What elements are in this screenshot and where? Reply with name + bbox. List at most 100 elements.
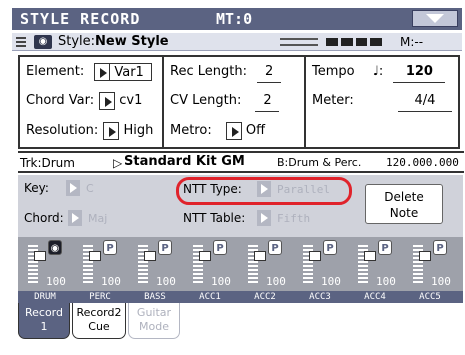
channel-label: BASS bbox=[144, 292, 166, 302]
resolution-label: Resolution: bbox=[26, 123, 99, 138]
play-status-badge[interactable]: P bbox=[103, 240, 117, 255]
chord-label: Chord: bbox=[24, 211, 64, 225]
tab-record2-cue[interactable]: Record2 Cue bbox=[72, 303, 126, 339]
chord-var-row: Chord Var: cv1 bbox=[26, 91, 157, 111]
rec-length-label: Rec Length: bbox=[170, 64, 247, 79]
cv-length-row: CV Length: 2 bbox=[170, 91, 280, 112]
metro-selector[interactable]: Off bbox=[225, 121, 274, 141]
channel-perc[interactable]: P 100 bbox=[75, 237, 129, 291]
page-title: STYLE RECORD bbox=[20, 10, 141, 28]
meter-label: Meter: bbox=[312, 93, 354, 108]
play-status-badge[interactable]: P bbox=[268, 240, 282, 255]
fader-knob[interactable] bbox=[144, 251, 156, 261]
triangle-down-icon bbox=[426, 14, 444, 23]
double-line-icon bbox=[280, 38, 318, 46]
style-name: New Style bbox=[95, 34, 169, 49]
tab-label: Mode bbox=[139, 320, 169, 333]
channel-label: PERC bbox=[89, 292, 111, 302]
record-icon: ◉ bbox=[48, 240, 62, 255]
page-menu-button[interactable] bbox=[412, 10, 458, 27]
metro-value: Off bbox=[245, 122, 266, 138]
metro-row: Metro: Off bbox=[170, 121, 274, 141]
mixer-strip: ◉ 100 P 100 P 100 P 100 P 100 P 100 P 10… bbox=[18, 237, 463, 291]
tab-guitar-mode[interactable]: Guitar Mode bbox=[128, 303, 180, 339]
fader-knob[interactable] bbox=[254, 251, 266, 261]
menu-lines-icon bbox=[16, 37, 26, 47]
element-label: Element: bbox=[26, 64, 85, 79]
metro-label: Metro: bbox=[170, 123, 212, 138]
channel-volume: 100 bbox=[266, 275, 286, 288]
channel-drum[interactable]: ◉ 100 bbox=[20, 237, 74, 291]
record-icon: ◉ bbox=[34, 35, 52, 49]
tab-label: Guitar bbox=[136, 306, 172, 319]
quarter-note-icon: ♩: bbox=[372, 64, 384, 79]
tab-label: Cue bbox=[88, 320, 110, 333]
channel-volume: 100 bbox=[156, 275, 176, 288]
play-arrow-icon bbox=[99, 91, 116, 110]
title-bar: STYLE RECORD MT:0 bbox=[12, 8, 462, 30]
channel-volume: 100 bbox=[431, 275, 451, 288]
fader-knob[interactable] bbox=[199, 251, 211, 261]
program-number: 120.000.000 bbox=[386, 156, 459, 169]
channel-volume: 100 bbox=[46, 275, 66, 288]
channel-volume: 100 bbox=[101, 275, 121, 288]
fader-knob[interactable] bbox=[34, 251, 46, 261]
rec-length-value[interactable]: 2 bbox=[257, 62, 282, 83]
chord-var-selector[interactable]: cv1 bbox=[99, 91, 157, 111]
track-info-bar[interactable]: Trk:Drum ▷ Standard Kit GM B:Drum & Perc… bbox=[18, 151, 464, 173]
tab-label: Record2 bbox=[76, 306, 122, 319]
channel-acc5[interactable]: P 100 bbox=[405, 237, 459, 291]
channel-acc1[interactable]: P 100 bbox=[185, 237, 239, 291]
tempo-row: Tempo ♩: 120 bbox=[312, 62, 446, 83]
tab-record-1[interactable]: Record 1 bbox=[18, 303, 70, 339]
delete-button-line1: Delete bbox=[384, 190, 424, 204]
play-status-badge[interactable]: P bbox=[323, 240, 337, 255]
chord-var-label: Chord Var: bbox=[26, 93, 95, 108]
cv-length-value[interactable]: 2 bbox=[255, 91, 280, 112]
element-value: Var1 bbox=[110, 62, 153, 81]
channel-label: ACC1 bbox=[199, 292, 221, 302]
fader-knob[interactable] bbox=[419, 251, 431, 261]
channel-acc3[interactable]: P 100 bbox=[295, 237, 349, 291]
ntt-table-label: NTT Table: bbox=[183, 211, 246, 225]
track-name: Trk:Drum bbox=[20, 156, 75, 170]
record-parameters-panel: Element: Var1 Chord Var: cv1 Resolution:… bbox=[18, 55, 460, 149]
fader-knob[interactable] bbox=[364, 251, 376, 261]
resolution-selector[interactable]: High bbox=[103, 121, 159, 141]
element-row: Element: Var1 bbox=[26, 62, 153, 82]
ntt-table-value: Fifth bbox=[277, 212, 311, 225]
key-selector-arrow-icon[interactable] bbox=[66, 180, 80, 196]
play-arrow-outline-icon: ▷ bbox=[113, 156, 123, 170]
play-arrow-icon bbox=[94, 62, 111, 81]
channel-label: ACC2 bbox=[254, 292, 276, 302]
sound-name: Standard Kit GM bbox=[124, 154, 245, 169]
chord-selector-arrow-icon[interactable] bbox=[68, 210, 82, 226]
play-arrow-icon bbox=[225, 121, 242, 140]
style-info-bar: ◉ Style:New Style M:-- bbox=[12, 33, 462, 51]
beat-blocks-icon bbox=[326, 38, 382, 46]
chord-value: Maj bbox=[88, 212, 108, 225]
play-status-badge[interactable]: P bbox=[433, 240, 447, 255]
channel-bass[interactable]: P 100 bbox=[130, 237, 184, 291]
page-tabs: Record 1 Record2 Cue Guitar Mode bbox=[18, 303, 463, 343]
resolution-value: High bbox=[123, 122, 154, 138]
meter-value[interactable]: 4/4 bbox=[397, 91, 452, 112]
channel-label: ACC4 bbox=[364, 292, 386, 302]
rec-length-row: Rec Length: 2 bbox=[170, 62, 282, 83]
play-status-badge[interactable]: P bbox=[378, 240, 392, 255]
ntt-table-arrow-icon[interactable] bbox=[257, 210, 271, 226]
ntt-type-highlight bbox=[176, 177, 352, 205]
channel-acc2[interactable]: P 100 bbox=[240, 237, 294, 291]
play-status-badge[interactable]: P bbox=[213, 240, 227, 255]
play-status-badge[interactable]: P bbox=[158, 240, 172, 255]
delete-note-button[interactable]: Delete Note bbox=[365, 184, 443, 224]
channel-label: ACC5 bbox=[419, 292, 441, 302]
key-label: Key: bbox=[24, 181, 49, 195]
fader-knob[interactable] bbox=[89, 251, 101, 261]
element-selector[interactable]: Var1 bbox=[94, 62, 153, 82]
chord-var-value: cv1 bbox=[119, 92, 143, 108]
style-record-screen: STYLE RECORD MT:0 ◉ Style:New Style M:--… bbox=[0, 0, 465, 355]
channel-acc4[interactable]: P 100 bbox=[350, 237, 404, 291]
fader-knob[interactable] bbox=[309, 251, 321, 261]
tempo-value[interactable]: 120 bbox=[393, 62, 446, 83]
